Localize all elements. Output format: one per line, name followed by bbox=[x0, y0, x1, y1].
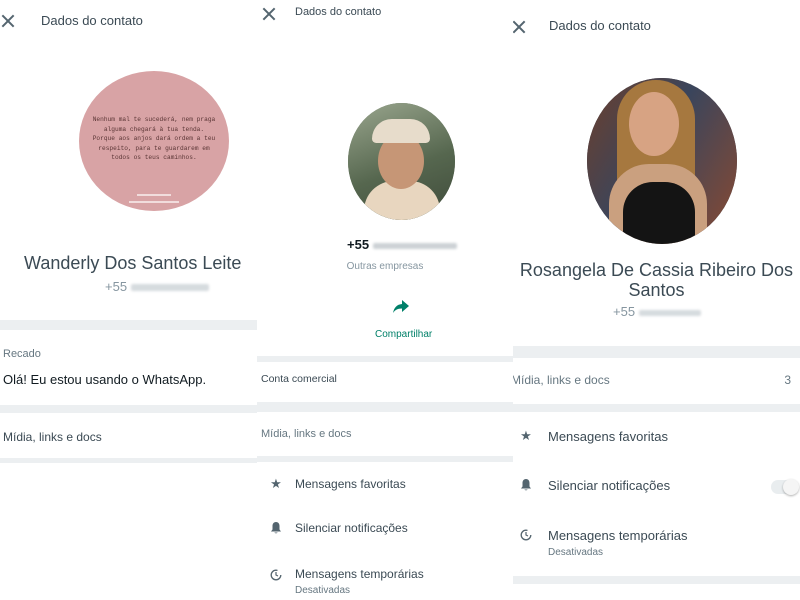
mute-notifications-row[interactable]: Silenciar notificações bbox=[257, 514, 513, 548]
media-label: Mídia, links e docs bbox=[3, 430, 102, 444]
share-button[interactable]: Compartilhar bbox=[355, 296, 447, 346]
media-links-docs-row[interactable]: Mídia, links e docs bbox=[257, 418, 513, 452]
section-divider bbox=[513, 404, 800, 412]
share-arrow-icon bbox=[393, 300, 409, 313]
contact-phone: +55 bbox=[105, 279, 209, 294]
phone-prefix: +55 bbox=[105, 279, 128, 294]
business-category: Outras empresas bbox=[346, 261, 424, 272]
about-text: Olá! Eu estou usando o WhatsApp. bbox=[3, 372, 207, 387]
media-label: Mídia, links e docs bbox=[261, 428, 352, 440]
avatar[interactable] bbox=[348, 103, 455, 220]
section-divider bbox=[513, 576, 800, 584]
disappearing-label: Mensagens temporárias bbox=[548, 528, 688, 543]
mute-toggle[interactable] bbox=[771, 479, 799, 495]
section-divider bbox=[513, 346, 800, 358]
disappearing-label: Mensagens temporárias bbox=[295, 567, 424, 581]
share-label: Compartilhar bbox=[375, 329, 433, 340]
timer-icon bbox=[270, 569, 282, 581]
media-links-docs-row[interactable]: Mídia, links e docs bbox=[0, 420, 257, 458]
about-label: Recado bbox=[3, 348, 41, 360]
avatar-face bbox=[629, 92, 679, 156]
phone-prefix: +55 bbox=[613, 304, 636, 319]
avatar-cap bbox=[372, 119, 430, 143]
bell-icon bbox=[271, 522, 281, 534]
avatar-dress bbox=[623, 182, 695, 244]
panel-header: Dados do contato bbox=[257, 0, 513, 40]
contact-phone: +55 bbox=[347, 237, 457, 252]
mute-label: Silenciar notificações bbox=[295, 521, 408, 535]
phone-prefix: +55 bbox=[347, 237, 370, 252]
panel-header: Dados do contato bbox=[0, 0, 257, 40]
section-divider bbox=[257, 456, 513, 462]
panel-header: Dados do contato bbox=[513, 0, 800, 40]
media-count: 3 bbox=[784, 373, 791, 387]
close-icon[interactable] bbox=[261, 6, 277, 22]
starred-label: Mensagens favoritas bbox=[548, 429, 668, 444]
star-icon: ★ bbox=[270, 476, 282, 491]
avatar-quote-text: Nenhum mal te sucederá, nem praga alguma… bbox=[92, 116, 216, 161]
starred-label: Mensagens favoritas bbox=[295, 477, 406, 491]
contact-panel-3: Dados do contato Rosangela De Cassia Rib… bbox=[513, 0, 800, 600]
contact-name-line-2: Santos bbox=[628, 280, 685, 300]
avatar[interactable] bbox=[587, 78, 737, 244]
star-icon: ★ bbox=[520, 428, 532, 443]
disappearing-messages-row[interactable]: Mensagens temporárias Desativadas bbox=[257, 560, 513, 600]
contact-panel-2: Dados do contato +55 Outras empresas Com… bbox=[257, 0, 513, 600]
avatar[interactable]: Nenhum mal te sucederá, nem praga alguma… bbox=[79, 71, 229, 211]
disappearing-status: Desativadas bbox=[548, 547, 604, 558]
phone-redacted bbox=[130, 284, 209, 291]
section-divider bbox=[0, 458, 257, 463]
contact-name: Wanderly Dos Santos Leite bbox=[24, 253, 242, 273]
phone-redacted bbox=[372, 243, 457, 249]
close-icon[interactable] bbox=[513, 19, 527, 35]
header-title: Dados do contato bbox=[295, 6, 382, 18]
starred-messages-row[interactable]: ★ Mensagens favoritas bbox=[513, 420, 800, 454]
avatar-footer-line bbox=[129, 201, 179, 203]
contact-phone: +55 bbox=[613, 304, 701, 319]
section-divider bbox=[257, 356, 513, 362]
timer-icon bbox=[520, 529, 532, 541]
avatar-footer-line bbox=[137, 194, 171, 196]
disappearing-messages-row[interactable]: Mensagens temporárias Desativadas bbox=[513, 520, 800, 564]
header-title: Dados do contato bbox=[41, 13, 143, 28]
starred-messages-row[interactable]: ★ Mensagens favoritas bbox=[257, 470, 513, 504]
mute-label: Silenciar notificações bbox=[548, 478, 671, 493]
disappearing-status: Desativadas bbox=[295, 585, 351, 596]
mute-notifications-row[interactable]: Silenciar notificações bbox=[513, 469, 800, 503]
bell-icon bbox=[521, 479, 531, 491]
phone-redacted bbox=[638, 310, 701, 316]
contact-name-line-1: Rosangela De Cassia Ribeiro Dos bbox=[519, 260, 794, 280]
section-divider bbox=[0, 405, 257, 413]
close-icon[interactable] bbox=[0, 13, 16, 29]
media-label: Mídia, links e docs bbox=[513, 373, 610, 387]
header-title: Dados do contato bbox=[549, 18, 651, 33]
media-links-docs-row[interactable]: Mídia, links e docs 3 bbox=[513, 362, 800, 398]
business-account-label: Conta comercial bbox=[261, 373, 337, 385]
section-divider bbox=[0, 320, 257, 330]
section-divider bbox=[257, 402, 513, 412]
contact-panel-1: Dados do contato Nenhum mal te sucederá,… bbox=[0, 0, 257, 600]
